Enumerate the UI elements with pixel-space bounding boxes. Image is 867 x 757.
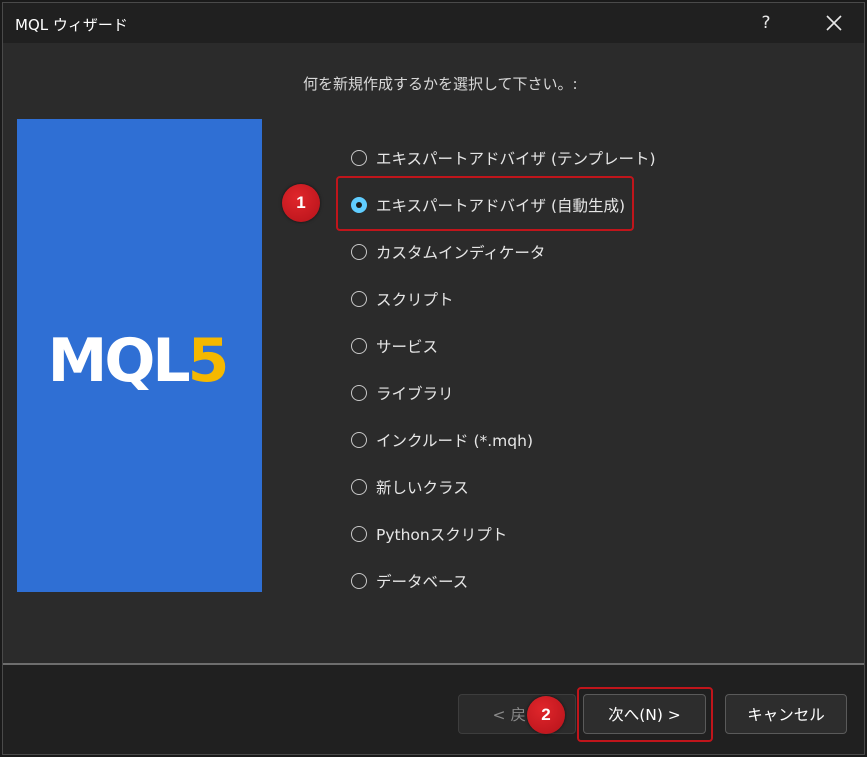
radio-option-label: サービス bbox=[376, 338, 439, 356]
radio-button[interactable] bbox=[351, 244, 367, 260]
close-button[interactable] bbox=[809, 3, 859, 43]
prompt-text: 何を新規作成するかを選択して下さい。: bbox=[303, 75, 578, 93]
step-badge-2: 2 bbox=[527, 696, 565, 734]
mql-wizard-dialog: MQL ウィザード ? 何を新規作成するかを選択して下さい。: MQL5 エキス… bbox=[2, 2, 865, 755]
radio-option[interactable]: エキスパートアドバイザ (テンプレート) bbox=[351, 144, 656, 172]
radio-option-label: カスタムインディケータ bbox=[376, 244, 546, 262]
cancel-button[interactable]: キャンセル bbox=[725, 694, 847, 734]
radio-option-label: エキスパートアドバイザ (テンプレート) bbox=[376, 150, 656, 168]
radio-option[interactable]: 新しいクラス bbox=[351, 473, 469, 501]
mql5-logo-panel: MQL5 bbox=[17, 119, 262, 592]
title-bar: MQL ウィザード ? bbox=[3, 3, 864, 43]
radio-option[interactable]: インクルード (*.mqh) bbox=[351, 426, 533, 454]
radio-button[interactable] bbox=[351, 338, 367, 354]
radio-option-label: 新しいクラス bbox=[376, 479, 469, 497]
help-button[interactable]: ? bbox=[743, 3, 789, 43]
radio-option-label: スクリプト bbox=[376, 291, 454, 309]
button-bar: < 戻る 次へ(N) > キャンセル 2 bbox=[3, 665, 864, 754]
radio-option[interactable]: ライブラリ bbox=[351, 379, 454, 407]
close-icon bbox=[826, 15, 842, 31]
mql5-logo: MQL5 bbox=[48, 326, 227, 396]
radio-button[interactable] bbox=[351, 385, 367, 401]
window-title: MQL ウィザード bbox=[15, 16, 128, 34]
radio-button[interactable] bbox=[351, 526, 367, 542]
radio-option-label: インクルード (*.mqh) bbox=[376, 432, 533, 450]
radio-option-label: データベース bbox=[376, 573, 469, 591]
radio-option-label: ライブラリ bbox=[376, 385, 454, 403]
radio-option-label: Pythonスクリプト bbox=[376, 526, 508, 544]
radio-option[interactable]: Pythonスクリプト bbox=[351, 520, 507, 548]
radio-button[interactable] bbox=[351, 432, 367, 448]
radio-button[interactable] bbox=[351, 150, 367, 166]
radio-button[interactable] bbox=[351, 479, 367, 495]
radio-option[interactable]: サービス bbox=[351, 332, 438, 360]
radio-button[interactable] bbox=[351, 573, 367, 589]
radio-button[interactable] bbox=[351, 291, 367, 307]
highlight-box-next bbox=[577, 687, 713, 742]
radio-option[interactable]: カスタムインディケータ bbox=[351, 238, 545, 266]
step-badge-1: 1 bbox=[282, 184, 320, 222]
radio-option[interactable]: データベース bbox=[351, 567, 468, 595]
radio-option[interactable]: スクリプト bbox=[351, 285, 454, 313]
highlight-box-option bbox=[336, 176, 634, 231]
